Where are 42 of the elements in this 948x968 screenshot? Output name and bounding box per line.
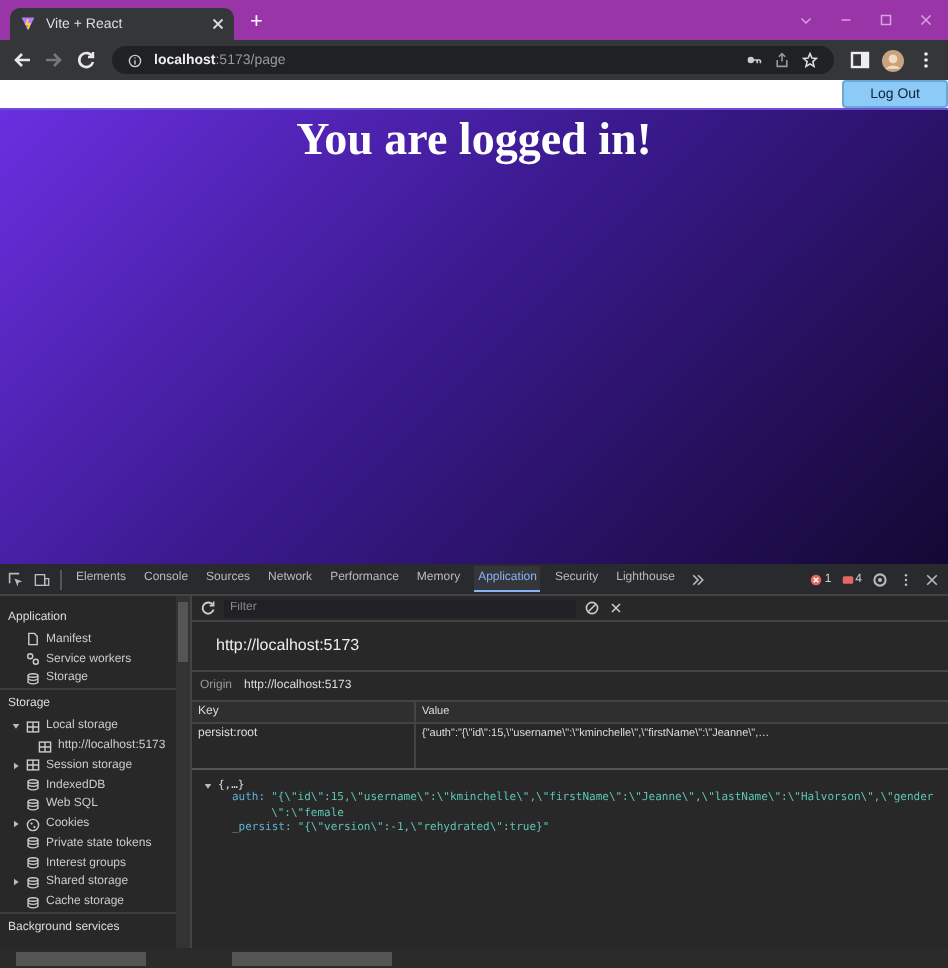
double-chevron-icon[interactable] bbox=[689, 571, 705, 587]
database-icon bbox=[26, 856, 40, 871]
key-icon[interactable] bbox=[746, 52, 762, 68]
clear-icon[interactable] bbox=[584, 600, 600, 616]
database-icon bbox=[26, 875, 40, 890]
grid-icon bbox=[26, 758, 40, 773]
grid-icon bbox=[38, 739, 52, 754]
avatar-icon[interactable] bbox=[882, 49, 904, 71]
disclosure-triangle-icon[interactable] bbox=[12, 761, 20, 770]
disclosure-triangle-icon[interactable] bbox=[12, 878, 20, 887]
bolt-icon bbox=[20, 16, 36, 32]
new-tab-button[interactable]: + bbox=[250, 8, 263, 36]
grid-icon bbox=[26, 719, 40, 734]
database-icon bbox=[26, 797, 40, 812]
database-icon bbox=[26, 778, 40, 793]
database-icon bbox=[26, 836, 40, 851]
star-icon[interactable] bbox=[802, 52, 818, 68]
share-icon[interactable] bbox=[774, 52, 790, 68]
database-icon bbox=[26, 895, 40, 910]
info-icon bbox=[128, 53, 142, 67]
device-icon[interactable] bbox=[34, 571, 50, 587]
reload-icon[interactable] bbox=[200, 600, 216, 616]
settings-icon[interactable] bbox=[872, 571, 888, 587]
forward-arrow-icon[interactable] bbox=[44, 50, 64, 70]
reload-icon[interactable] bbox=[76, 50, 96, 70]
cookie-icon bbox=[26, 817, 40, 832]
circles-icon bbox=[26, 652, 40, 667]
side-panel-icon[interactable] bbox=[850, 50, 870, 70]
back-arrow-icon[interactable] bbox=[12, 50, 32, 70]
maximize-icon[interactable] bbox=[880, 14, 892, 26]
page-heading: You are logged in! bbox=[296, 114, 652, 169]
close-icon[interactable] bbox=[608, 600, 624, 616]
disclosure-triangle-icon[interactable] bbox=[204, 782, 212, 790]
inspect-icon[interactable] bbox=[8, 571, 24, 587]
disclosure-triangle-icon[interactable] bbox=[12, 820, 20, 829]
close-icon[interactable] bbox=[212, 18, 224, 30]
chevron-down-icon[interactable] bbox=[800, 14, 812, 26]
scrollbar[interactable] bbox=[176, 596, 190, 948]
origin-title: http://localhost:5173 bbox=[192, 622, 948, 672]
close-icon[interactable] bbox=[924, 571, 940, 587]
database-icon bbox=[26, 671, 40, 686]
file-icon bbox=[26, 632, 40, 647]
